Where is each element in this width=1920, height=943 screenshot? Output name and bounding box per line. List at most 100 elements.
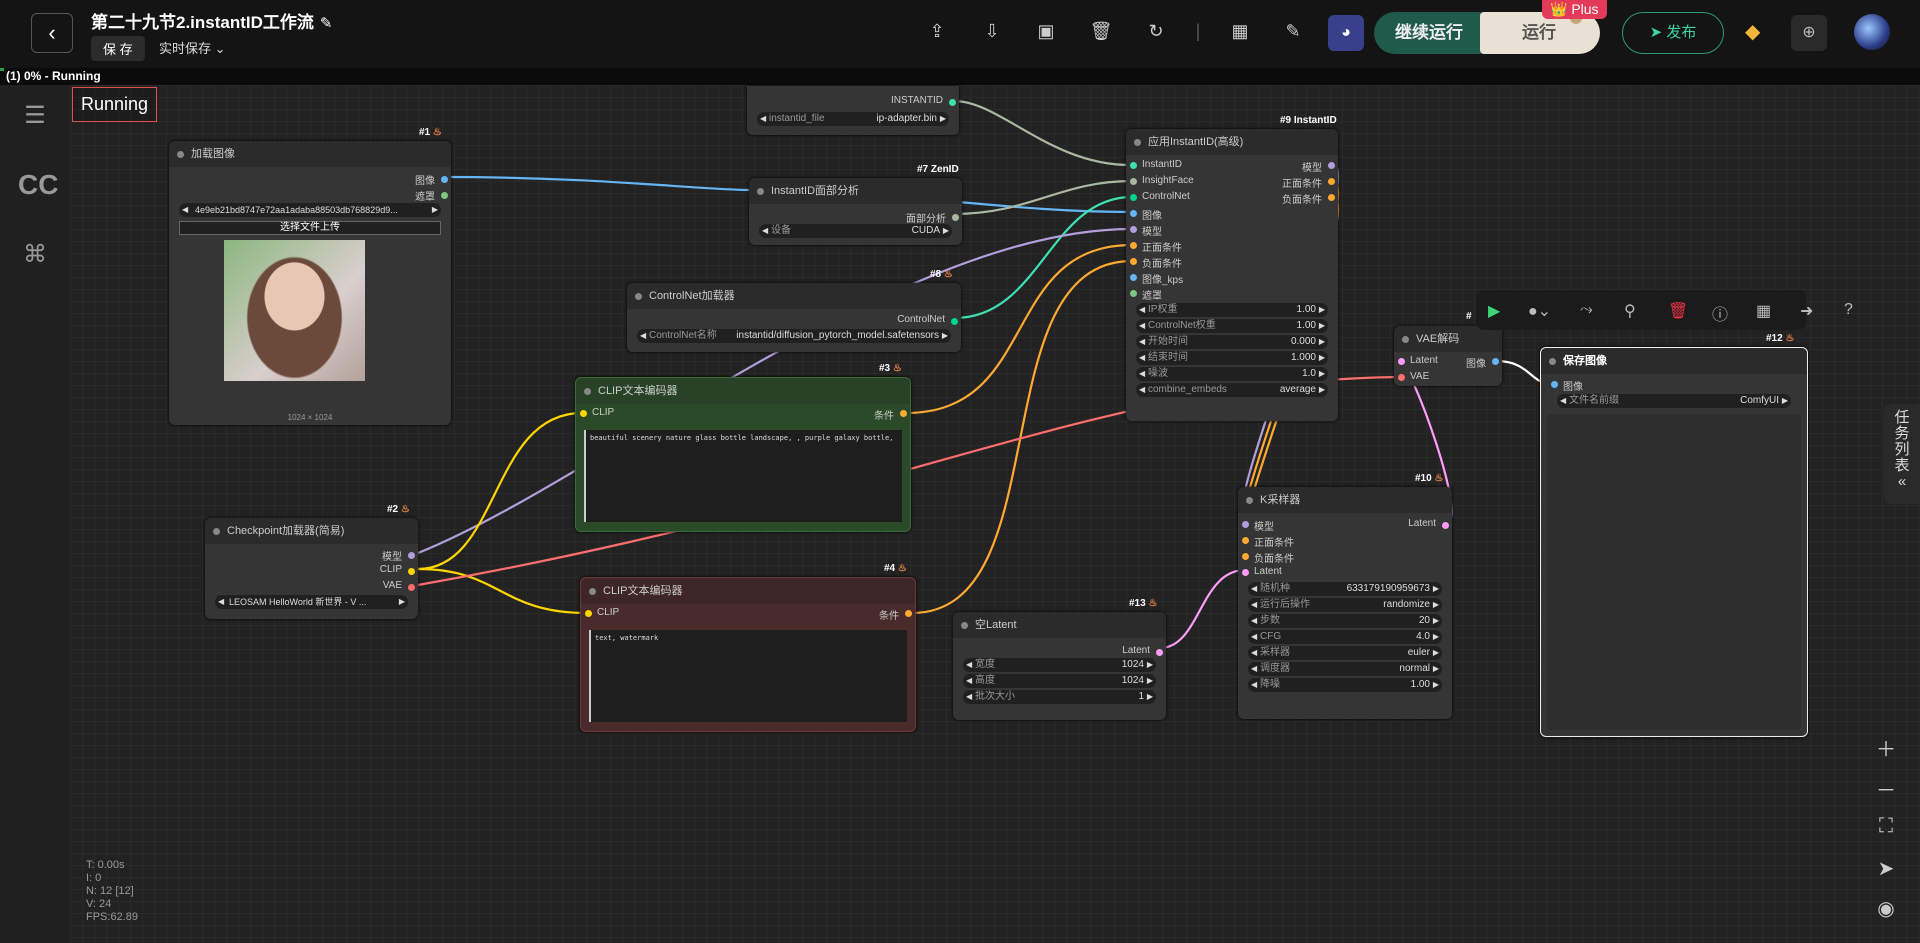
collapse-icon[interactable]: « bbox=[1884, 474, 1920, 490]
node-vae-decode[interactable]: VAE解码 Latent VAE 图像 bbox=[1394, 326, 1502, 386]
output-slot[interactable] bbox=[1328, 162, 1335, 169]
output-latent-slot[interactable] bbox=[1156, 649, 1163, 656]
widget-0[interactable]: IP权重 1.00 bbox=[1136, 303, 1328, 317]
node-title[interactable]: K采样器 bbox=[1238, 487, 1452, 513]
node-title[interactable]: InstantID面部分析 bbox=[749, 178, 962, 204]
node-empty-latent[interactable]: 空Latent Latent 宽度 1024 高度 1024 批次大小 1 bbox=[953, 612, 1166, 720]
widget-1[interactable]: 运行后操作 randomize bbox=[1248, 598, 1442, 612]
output-face-analysis-slot[interactable] bbox=[952, 214, 959, 221]
input-slot[interactable] bbox=[1130, 290, 1137, 297]
node-title[interactable]: 加载图像 bbox=[169, 141, 451, 167]
output-clip-slot[interactable] bbox=[408, 568, 415, 575]
widget-0[interactable]: 随机种 633179190959673 bbox=[1248, 582, 1442, 596]
output-conditioning-slot[interactable] bbox=[900, 410, 907, 417]
output-vae-slot[interactable] bbox=[408, 584, 415, 591]
controlnet-name-select[interactable]: ControlNet名称instantid/diffusion_pytorch_… bbox=[637, 329, 951, 343]
node-clip-text-encode-negative[interactable]: CLIP文本编码器 CLIP 条件 text, watermark bbox=[580, 577, 916, 732]
widget-3[interactable]: CFG 4.0 bbox=[1248, 630, 1442, 644]
widget-3[interactable]: 结束时间 1.000 bbox=[1136, 351, 1328, 365]
node-ksampler[interactable]: K采样器 模型正面条件负面条件Latent Latent 随机种63317919… bbox=[1238, 487, 1452, 719]
instantid-file-select[interactable]: instantid_fileip-adapter.bin bbox=[757, 112, 949, 126]
widget-1[interactable]: 高度 1024 bbox=[963, 674, 1156, 688]
node-title[interactable]: 保存图像 bbox=[1541, 348, 1807, 374]
widget-5[interactable]: combine_embeds average bbox=[1136, 383, 1328, 397]
input-slot[interactable] bbox=[1242, 553, 1249, 560]
node-save-image[interactable]: 保存图像 图像 文件名前缀ComfyUI bbox=[1540, 347, 1808, 737]
widget-2[interactable]: 开始时间 0.000 bbox=[1136, 335, 1328, 349]
node-checkpoint-loader[interactable]: Checkpoint加载器(简易) 模型 CLIP VAE LEOSAM Hel… bbox=[205, 518, 418, 619]
input-slot[interactable] bbox=[1130, 178, 1137, 185]
filename-prefix-input[interactable]: 文件名前缀ComfyUI bbox=[1557, 394, 1791, 408]
widget-1[interactable]: ControlNet权重 1.00 bbox=[1136, 319, 1328, 333]
info-icon[interactable]: ⓘ bbox=[1712, 301, 1728, 325]
node-instantid-loader[interactable]: INSTANTID instantid_fileip-adapter.bin bbox=[747, 86, 959, 135]
input-slot[interactable] bbox=[1130, 274, 1137, 281]
widget-2[interactable]: 步数 20 bbox=[1248, 614, 1442, 628]
node-title[interactable]: 应用InstantID(高级) bbox=[1126, 129, 1338, 155]
output-latent-slot[interactable] bbox=[1442, 522, 1449, 529]
node-load-image[interactable]: 加载图像 图像 遮罩 4e9eb21bd8747e72aa1adaba88503… bbox=[169, 141, 451, 425]
bypass-icon[interactable]: ⤳ bbox=[1580, 301, 1593, 319]
widget-4[interactable]: 采样器 euler bbox=[1248, 646, 1442, 660]
input-label: 图像_kps bbox=[1142, 275, 1184, 286]
widget-4[interactable]: 噪波 1.0 bbox=[1136, 367, 1328, 381]
widget-6[interactable]: 降噪 1.00 bbox=[1248, 678, 1442, 692]
zoom-out-icon[interactable]: － bbox=[1870, 774, 1902, 803]
input-image-slot[interactable] bbox=[1551, 381, 1558, 388]
image-file-select[interactable]: 4e9eb21bd8747e72aa1adaba88503db768829d9.… bbox=[179, 203, 441, 217]
fit-view-icon[interactable]: ⛶ bbox=[1870, 815, 1902, 838]
pin-icon[interactable]: ⚲ bbox=[1624, 301, 1636, 321]
zoom-in-icon[interactable]: ＋ bbox=[1870, 733, 1902, 762]
eye-icon[interactable]: ◉ bbox=[1870, 896, 1902, 921]
upload-file-button[interactable]: 选择文件上传 bbox=[179, 221, 441, 235]
node-controlnet-loader[interactable]: ControlNet加载器 ControlNet ControlNet名称ins… bbox=[627, 283, 961, 352]
input-latent-slot[interactable] bbox=[1398, 358, 1405, 365]
node-clip-text-encode-positive[interactable]: CLIP文本编码器 CLIP 条件 beautiful scenery natu… bbox=[575, 377, 911, 532]
input-slot[interactable] bbox=[1242, 537, 1249, 544]
prompt-textarea[interactable]: beautiful scenery nature glass bottle la… bbox=[584, 430, 902, 522]
node-title[interactable]: Checkpoint加载器(简易) bbox=[205, 518, 418, 544]
output-slot[interactable] bbox=[1328, 178, 1335, 185]
node-instantid-face-analysis[interactable]: InstantID面部分析 面部分析 设备CUDA bbox=[749, 178, 962, 245]
input-label: 正面条件 bbox=[1142, 243, 1182, 254]
output-conditioning-slot[interactable] bbox=[905, 610, 912, 617]
checkpoint-select[interactable]: LEOSAM HelloWorld 新世界 - V ... bbox=[215, 595, 408, 609]
output-image-slot[interactable] bbox=[1492, 358, 1499, 365]
widget-5[interactable]: 调度器 normal bbox=[1248, 662, 1442, 676]
output-slot[interactable] bbox=[1328, 194, 1335, 201]
layout-icon[interactable]: ▦ bbox=[1756, 301, 1771, 321]
help-icon[interactable]: ? bbox=[1844, 301, 1853, 319]
input-clip-slot[interactable] bbox=[585, 610, 592, 617]
input-slot[interactable] bbox=[1130, 162, 1137, 169]
input-slot[interactable] bbox=[1130, 226, 1137, 233]
input-slot[interactable] bbox=[1130, 258, 1137, 265]
input-vae-slot[interactable] bbox=[1398, 374, 1405, 381]
output-image-slot[interactable] bbox=[441, 176, 448, 183]
input-slot[interactable] bbox=[1242, 521, 1249, 528]
input-slot[interactable] bbox=[1242, 569, 1249, 576]
navigate-icon[interactable]: ➤ bbox=[1870, 856, 1902, 881]
widget-2[interactable]: 批次大小 1 bbox=[963, 690, 1156, 704]
task-list-panel[interactable]: 任务列表 « bbox=[1884, 404, 1920, 504]
delete-icon[interactable]: 🗑 bbox=[1668, 301, 1688, 321]
widget-0[interactable]: 宽度 1024 bbox=[963, 658, 1156, 672]
node-title[interactable]: CLIP文本编码器 bbox=[576, 378, 910, 404]
output-controlnet-slot[interactable] bbox=[951, 318, 958, 325]
prompt-textarea[interactable]: text, watermark bbox=[589, 630, 907, 722]
output-mask-slot[interactable] bbox=[441, 192, 448, 199]
output-instantid-slot[interactable] bbox=[949, 99, 956, 106]
input-slot[interactable] bbox=[1130, 210, 1137, 217]
node-title[interactable]: 空Latent bbox=[953, 612, 1166, 638]
node-title[interactable]: CLIP文本编码器 bbox=[581, 578, 915, 604]
running-indicator: Running bbox=[72, 87, 158, 122]
arrow-right-icon[interactable]: ➜ bbox=[1800, 301, 1813, 321]
node-title[interactable]: ControlNet加载器 bbox=[627, 283, 961, 309]
output-model-slot[interactable] bbox=[408, 552, 415, 559]
device-select[interactable]: 设备CUDA bbox=[759, 224, 952, 238]
input-slot[interactable] bbox=[1130, 194, 1137, 201]
input-slot[interactable] bbox=[1130, 242, 1137, 249]
play-icon[interactable]: ▶ bbox=[1488, 301, 1500, 321]
input-clip-slot[interactable] bbox=[580, 410, 587, 417]
color-picker-icon[interactable]: ●⌄ bbox=[1528, 301, 1551, 321]
node-apply-instantid-advanced[interactable]: 应用InstantID(高级) InstantID InsightFace Cont… bbox=[1126, 129, 1338, 421]
